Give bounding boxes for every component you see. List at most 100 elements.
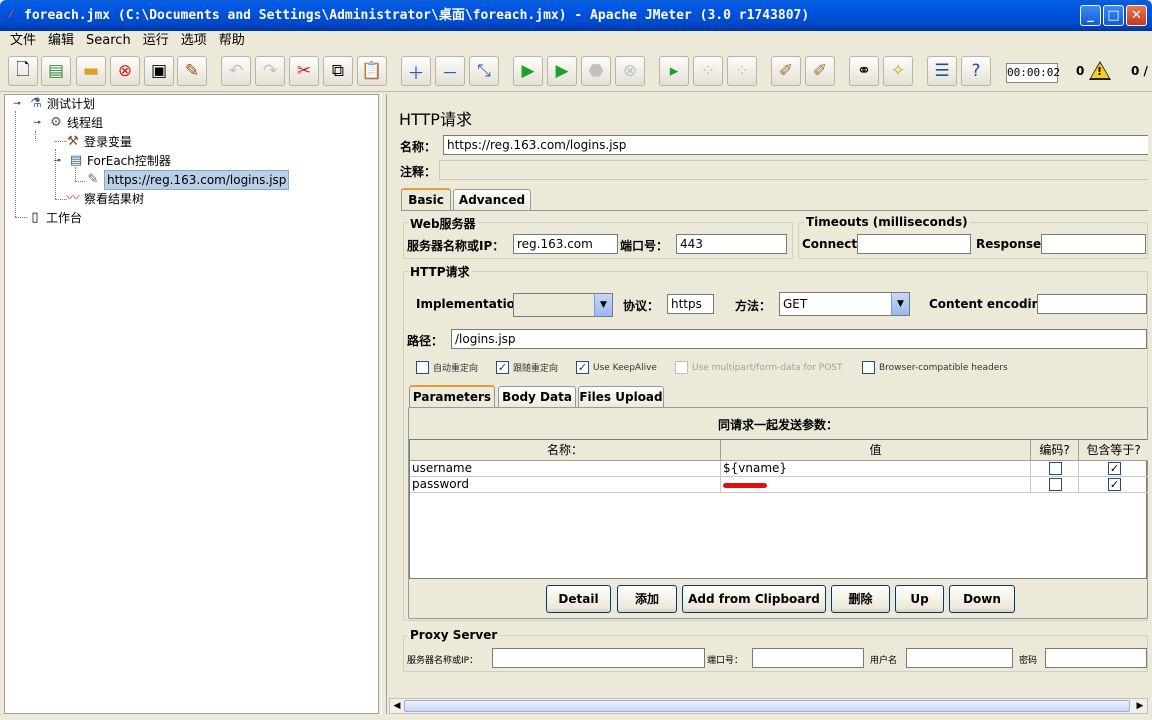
- expand-toggle-icon[interactable]: ⊸: [9, 96, 25, 112]
- tree-node-workbench[interactable]: ▯ 工作台: [27, 209, 82, 227]
- column-header-name[interactable]: 名称：: [410, 440, 721, 461]
- function-helper-icon[interactable]: ☰: [927, 56, 957, 86]
- include-equals-checkbox[interactable]: ✓: [1108, 478, 1121, 491]
- scrollbar-thumb[interactable]: [404, 700, 1130, 712]
- add-button[interactable]: 添加: [617, 585, 677, 613]
- proxy-port-input[interactable]: [752, 648, 864, 668]
- table-row-include-cell[interactable]: ✓: [1079, 477, 1148, 493]
- proxy-password-input[interactable]: [1045, 648, 1147, 668]
- add-from-clipboard-button[interactable]: Add from Clipboard: [682, 585, 826, 613]
- table-row-encode-cell[interactable]: [1031, 477, 1079, 493]
- checkbox-box[interactable]: [416, 361, 429, 374]
- start-no-pause-icon[interactable]: ▶: [547, 56, 577, 86]
- column-header-include-equals[interactable]: 包含等于?: [1079, 440, 1148, 461]
- encode-checkbox[interactable]: [1049, 462, 1062, 475]
- protocol-input[interactable]: https: [667, 294, 714, 314]
- server-input[interactable]: reg.163.com: [513, 234, 618, 254]
- menu-edit[interactable]: 编辑: [42, 31, 80, 51]
- path-input[interactable]: /logins.jsp: [451, 329, 1147, 349]
- cut-icon[interactable]: ✂: [289, 56, 319, 86]
- remote-start-icon[interactable]: ▸: [659, 56, 689, 86]
- down-button[interactable]: Down: [949, 585, 1015, 613]
- browser-headers-checkbox[interactable]: Browser-compatible headers: [862, 361, 1008, 374]
- follow-redirect-checkbox[interactable]: ✓ 跟随重定向: [496, 361, 558, 374]
- name-input[interactable]: https://reg.163.com/logins.jsp: [443, 135, 1148, 155]
- delete-button[interactable]: 删除: [831, 585, 890, 613]
- multipart-checkbox[interactable]: Use multipart/form-data for POST: [675, 361, 843, 374]
- checkbox-box[interactable]: [862, 361, 875, 374]
- menu-file[interactable]: 文件: [4, 31, 42, 51]
- scroll-right-icon[interactable]: ▶: [1133, 699, 1147, 713]
- dropdown-arrow-icon[interactable]: ▼: [891, 293, 909, 315]
- tree-node-login-vars[interactable]: ⚒ 登录变量: [65, 133, 132, 151]
- menu-options[interactable]: 选项: [175, 31, 213, 51]
- open-icon[interactable]: ▬: [76, 56, 106, 86]
- scroll-left-icon[interactable]: ◀: [390, 699, 404, 713]
- port-input[interactable]: 443: [676, 234, 787, 254]
- paste-icon[interactable]: 📋: [357, 56, 387, 86]
- checkbox-box[interactable]: ✓: [576, 361, 589, 374]
- table-row-value-cell[interactable]: ${vname}: [721, 461, 1031, 477]
- comment-input[interactable]: [439, 160, 1148, 180]
- help-icon[interactable]: ?: [961, 56, 991, 86]
- encode-checkbox[interactable]: [1049, 478, 1062, 491]
- menu-help[interactable]: 帮助: [213, 31, 251, 51]
- expand-all-icon[interactable]: ＋: [401, 56, 431, 86]
- table-row-value-cell[interactable]: [721, 477, 1031, 493]
- menu-search[interactable]: Search: [80, 31, 137, 51]
- close-window-button[interactable]: ✕: [1126, 5, 1147, 26]
- tab-parameters[interactable]: Parameters: [409, 385, 495, 407]
- tab-files-upload[interactable]: Files Upload: [578, 386, 664, 408]
- remote-exit-icon[interactable]: ⁘: [727, 56, 757, 86]
- templates-icon[interactable]: ▤: [41, 56, 71, 86]
- implementation-select[interactable]: ▼: [513, 293, 613, 317]
- proxy-server-input[interactable]: [492, 648, 705, 668]
- undo-icon[interactable]: ↶: [221, 56, 251, 86]
- connect-timeout-input[interactable]: [857, 234, 971, 254]
- response-timeout-input[interactable]: [1041, 234, 1146, 254]
- horizontal-scrollbar[interactable]: ◀ ▶: [389, 698, 1148, 714]
- up-button[interactable]: Up: [895, 585, 944, 613]
- tree-node-test-plan[interactable]: ⊸ ⚗ 测试计划: [9, 95, 95, 113]
- expand-toggle-icon[interactable]: ⊸: [49, 153, 65, 169]
- clear-all-icon[interactable]: ✐: [805, 56, 835, 86]
- tree-node-foreach[interactable]: ⊸ ▤ ForEach控制器: [49, 152, 171, 170]
- table-row-include-cell[interactable]: ✓: [1079, 461, 1148, 477]
- column-header-encode[interactable]: 编码?: [1031, 440, 1079, 461]
- maximize-button[interactable]: □: [1103, 5, 1124, 26]
- method-select[interactable]: GET ▼: [779, 292, 910, 316]
- start-icon[interactable]: ▶: [513, 56, 543, 86]
- shutdown-icon[interactable]: ⊗: [615, 56, 645, 86]
- warning-icon[interactable]: !: [1089, 61, 1111, 80]
- checkbox-box[interactable]: [675, 361, 688, 374]
- toggle-icon[interactable]: ⤡: [469, 56, 499, 86]
- search-icon[interactable]: ⚭: [849, 56, 879, 86]
- pane-splitter[interactable]: [381, 94, 387, 714]
- stop-icon[interactable]: ⬣: [581, 56, 611, 86]
- include-equals-checkbox[interactable]: ✓: [1108, 462, 1121, 475]
- checkbox-box[interactable]: ✓: [496, 361, 509, 374]
- content-encoding-input[interactable]: [1037, 294, 1147, 314]
- new-icon[interactable]: 🗋: [8, 56, 38, 86]
- collapse-all-icon[interactable]: －: [435, 56, 465, 86]
- clear-icon[interactable]: ✐: [771, 56, 801, 86]
- save-screenshot-icon[interactable]: ✎: [177, 56, 207, 86]
- keepalive-checkbox[interactable]: ✓ Use KeepAlive: [576, 361, 657, 374]
- reset-search-icon[interactable]: ✧: [883, 56, 913, 86]
- save-icon[interactable]: ▣: [144, 56, 174, 86]
- table-row-name-cell[interactable]: username: [410, 461, 721, 477]
- copy-icon[interactable]: ⧉: [323, 56, 353, 86]
- table-row-name-cell[interactable]: password: [410, 477, 721, 493]
- auto-redirect-checkbox[interactable]: 自动重定向: [416, 361, 478, 374]
- redo-icon[interactable]: ↷: [255, 56, 285, 86]
- minimize-button[interactable]: _: [1080, 5, 1101, 26]
- tab-body-data[interactable]: Body Data: [498, 386, 576, 408]
- tab-basic[interactable]: Basic: [401, 188, 451, 210]
- close-file-icon[interactable]: ⊗: [110, 56, 140, 86]
- detail-button[interactable]: Detail: [546, 585, 611, 613]
- tree-node-http-sampler[interactable]: ✎ https://reg.163.com/logins.jsp: [85, 170, 290, 190]
- proxy-username-input[interactable]: [906, 648, 1013, 668]
- table-row-encode-cell[interactable]: [1031, 461, 1079, 477]
- remote-stop-icon[interactable]: ⁘: [693, 56, 723, 86]
- column-header-value[interactable]: 值: [721, 440, 1031, 461]
